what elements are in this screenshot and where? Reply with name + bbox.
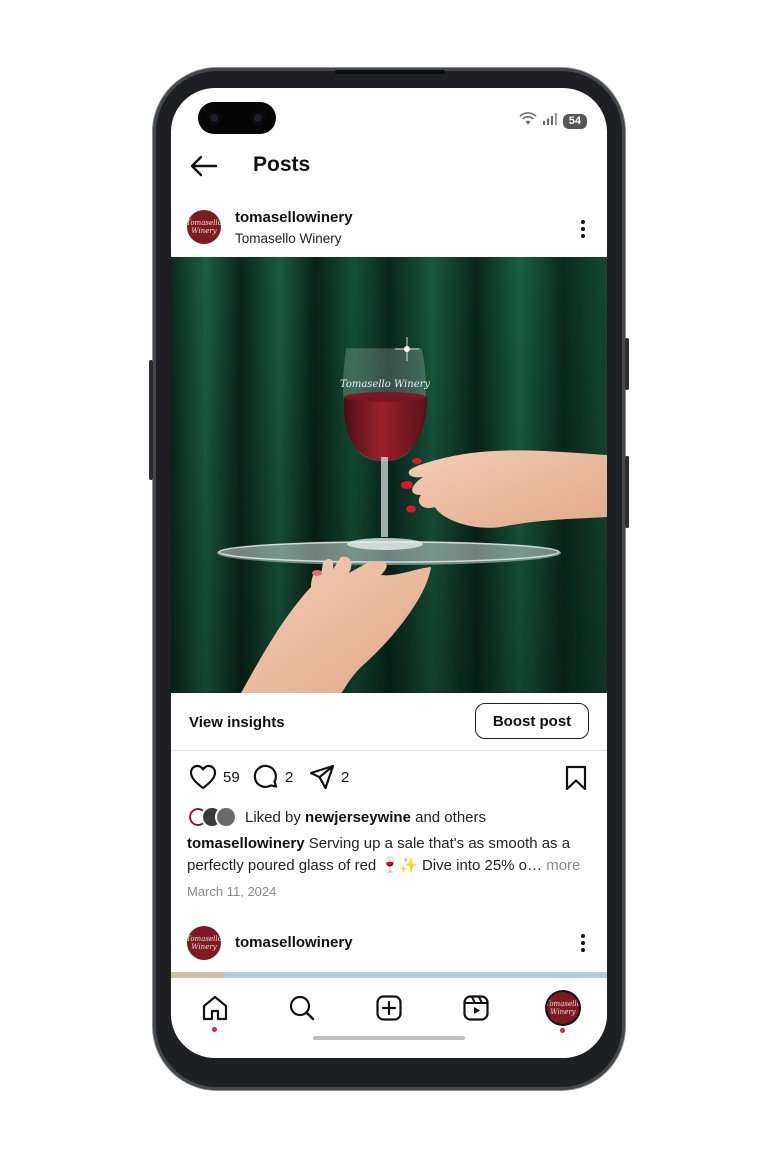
boost-post-button[interactable]: Boost post	[475, 703, 589, 739]
post-image[interactable]: Tomasello Winery	[171, 257, 607, 693]
status-bar: 54	[519, 112, 587, 130]
more-options-icon[interactable]	[571, 215, 595, 243]
next-post-header: Tomasello Winery tomasellowinery	[171, 923, 607, 963]
avatar	[215, 806, 237, 828]
send-icon	[309, 764, 335, 790]
like-count: 59	[223, 768, 240, 786]
signal-icon	[542, 112, 557, 130]
comment-count: 2	[285, 768, 294, 786]
liked-by-username[interactable]: newjerseywine	[305, 809, 411, 826]
reels-icon	[463, 995, 489, 1021]
home-indicator[interactable]	[313, 1036, 465, 1040]
like-button[interactable]: 59	[189, 764, 240, 790]
camera-lens	[207, 111, 221, 125]
liked-by-row[interactable]: Liked by newjerseywine and others	[187, 806, 486, 828]
top-bar: Posts	[171, 144, 607, 188]
share-count: 2	[341, 768, 350, 786]
tab-reels[interactable]	[456, 988, 496, 1028]
phone-screen: 54 Posts Tomasello Winery tomasellowiner…	[171, 88, 607, 1058]
tab-search[interactable]	[282, 988, 322, 1028]
arrow-left-icon	[190, 155, 218, 177]
tab-create[interactable]	[369, 988, 409, 1028]
tab-profile[interactable]: Tomasello Winery	[543, 988, 583, 1033]
view-insights-link[interactable]: View insights	[189, 714, 285, 731]
more-options-icon[interactable]	[571, 929, 595, 957]
insights-row: View insights Boost post	[171, 693, 607, 751]
heart-icon	[189, 764, 217, 790]
create-icon	[376, 995, 402, 1021]
bookmark-icon	[565, 765, 587, 791]
post-caption: tomasellowinery Serving up a sale that's…	[187, 833, 595, 877]
phone-volume-down	[625, 456, 629, 528]
caption-username[interactable]: tomasellowinery	[187, 835, 305, 852]
battery-indicator: 54	[562, 113, 587, 129]
page-title: Posts	[253, 153, 311, 176]
front-camera	[198, 102, 276, 134]
avatar[interactable]: Tomasello Winery	[187, 926, 221, 960]
phone-volume-up	[625, 338, 629, 390]
post-header: Tomasello Winery tomasellowinery Tomasel…	[171, 200, 607, 254]
home-icon	[202, 995, 228, 1021]
phone-side-button	[149, 360, 153, 480]
bottom-tab-bar: Tomasello Winery	[171, 978, 607, 1058]
notification-dot	[212, 1027, 217, 1032]
post-date: March 11, 2024	[187, 884, 277, 899]
tab-home[interactable]	[195, 988, 235, 1032]
profile-avatar: Tomasello Winery	[547, 992, 579, 1024]
save-button[interactable]	[565, 765, 587, 796]
post-display-name[interactable]: Tomasello Winery	[235, 231, 342, 246]
share-button[interactable]: 2	[309, 764, 349, 790]
search-icon	[289, 995, 315, 1021]
liked-by-prefix: Liked by	[245, 808, 301, 826]
comment-icon	[253, 764, 278, 788]
caption-more-link[interactable]: more	[546, 857, 580, 874]
comment-button[interactable]: 2	[253, 764, 293, 790]
liked-by-suffix: and others	[415, 808, 486, 826]
post-username[interactable]: tomasellowinery	[235, 934, 353, 951]
liked-by-text: Liked by newjerseywine and others	[245, 809, 486, 826]
earpiece-speaker	[335, 70, 445, 74]
glass-engraving: Tomasello Winery	[340, 379, 430, 390]
wifi-icon	[519, 112, 537, 130]
avatar[interactable]: Tomasello Winery	[187, 210, 221, 244]
post-action-bar: 59 2 2	[171, 760, 607, 796]
back-button[interactable]	[187, 152, 221, 180]
post-username[interactable]: tomasellowinery	[235, 209, 353, 226]
notification-dot	[560, 1028, 565, 1033]
camera-lens	[251, 111, 265, 125]
